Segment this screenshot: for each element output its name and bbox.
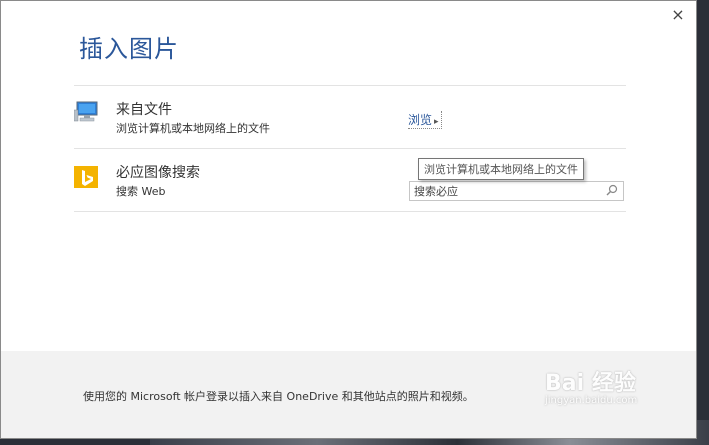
source-name: 必应图像搜索 [116, 165, 200, 181]
watermark-logo: Bai 经验 [545, 371, 636, 396]
browse-label: 浏览 [408, 113, 433, 127]
chevron-right-icon: ▸ [434, 117, 439, 127]
source-name: 来自文件 [116, 102, 172, 118]
bing-search-box [409, 181, 624, 201]
source-description: 搜索 Web [116, 185, 166, 198]
close-icon: × [671, 5, 685, 24]
browse-tooltip: 浏览计算机或本地网络上的文件 [418, 158, 584, 180]
divider [74, 85, 626, 86]
divider [74, 211, 626, 212]
search-icon[interactable] [605, 183, 619, 197]
watermark: Bai 经验 jingyan.baidu.com [545, 365, 695, 410]
dialog-title: 插入图片 [79, 35, 179, 63]
browse-button[interactable]: 浏览 ▸ [408, 111, 442, 129]
source-from-file: 来自文件 浏览计算机或本地网络上的文件 浏览 ▸ [74, 99, 626, 161]
bing-icon [74, 166, 98, 188]
bing-search-input[interactable] [414, 183, 599, 199]
computer-icon [74, 101, 98, 122]
watermark-url: jingyan.baidu.com [545, 395, 638, 406]
source-description: 浏览计算机或本地网络上的文件 [116, 122, 270, 135]
divider [74, 148, 626, 149]
sign-in-message: 使用您的 Microsoft 帐户登录以插入来自 OneDrive 和其他站点的… [83, 390, 474, 403]
close-button[interactable]: × [668, 5, 688, 25]
